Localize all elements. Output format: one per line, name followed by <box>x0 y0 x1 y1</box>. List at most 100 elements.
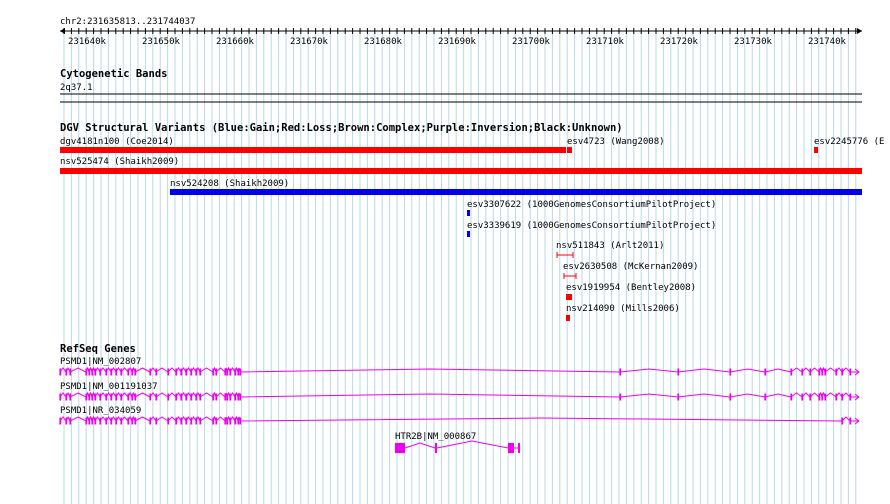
gene-exon <box>237 393 240 401</box>
ruler[interactable]: chr2:231635813..231744037 231640k 231650… <box>60 17 862 47</box>
gene-exon <box>59 417 62 425</box>
gene-exon <box>239 393 242 401</box>
gene-intron <box>155 392 169 398</box>
gene-exon <box>94 417 97 425</box>
transcript-label: HTR2B|NM_000867 <box>395 432 476 442</box>
gene-exon <box>234 417 237 425</box>
transcript-psmd1-nm-001191037[interactable] <box>59 391 860 401</box>
dgv-track[interactable]: DGV Structural Variants (Blue:Gain;Red:L… <box>60 122 884 321</box>
gene-exon <box>821 393 824 401</box>
gene-exon <box>120 393 123 401</box>
gene-exon <box>69 393 72 401</box>
gene-exon <box>226 417 229 425</box>
cytoband-track[interactable]: Cytogenetic Bands 2q37.1 <box>60 68 862 103</box>
gene-exon <box>234 368 237 376</box>
dgv-loss-feature[interactable] <box>60 147 566 153</box>
gene-exon <box>185 368 188 376</box>
gene-intron <box>69 416 87 422</box>
gene-exon <box>234 393 237 401</box>
gene-exon <box>88 393 91 401</box>
ruler-tick-label: 231690k <box>438 37 477 47</box>
gene-exon <box>65 368 68 376</box>
gene-exon <box>801 393 804 401</box>
gene-exon <box>677 393 680 401</box>
gene-intron <box>404 442 436 449</box>
gene-exon <box>190 393 193 401</box>
dgv-gain-feature[interactable] <box>467 210 470 216</box>
refseq-track[interactable]: RefSeq Genes PSMD1|NM_002807 PSMD1|NM_00… <box>59 343 860 453</box>
gene-exon <box>131 393 134 401</box>
gene-exon <box>65 417 68 425</box>
gene-exon <box>127 417 130 425</box>
gene-exon <box>677 368 680 376</box>
gene-exon <box>88 368 91 376</box>
gene-exon <box>841 368 844 376</box>
gene-exon <box>69 417 72 425</box>
gene-exon <box>180 393 183 401</box>
gene-exon <box>85 417 88 425</box>
genome-browser-panel[interactable]: chr2:231635813..231744037 231640k 231650… <box>0 0 890 504</box>
dgv-gain-feature[interactable] <box>170 189 862 195</box>
gene-exon <box>190 368 193 376</box>
gene-exon <box>212 368 215 376</box>
gene-intron <box>436 440 509 449</box>
dgv-feature-label: nsv214090 (Mills2006) <box>566 304 680 314</box>
gene-exon <box>115 417 118 425</box>
gene-exon <box>821 368 824 376</box>
gene-exon <box>215 417 218 425</box>
transcript-htr2b-nm-000867[interactable] <box>395 440 520 453</box>
gene-exon <box>226 393 229 401</box>
gene-exon <box>88 417 91 425</box>
gene-intron <box>199 416 214 422</box>
gene-exon <box>180 368 183 376</box>
gene-exon <box>110 417 113 425</box>
dgv-loss-feature[interactable] <box>566 315 570 321</box>
gene-exon <box>619 368 622 376</box>
ruler-tick-label: 231740k <box>808 37 847 47</box>
gene-exon <box>91 417 94 425</box>
gene-exon <box>824 393 827 401</box>
gene-exon <box>199 393 202 401</box>
dgv-feature-label: nsv524208 (Shaikh2009) <box>170 179 289 189</box>
dgv-loss-feature[interactable] <box>567 147 572 153</box>
dgv-loss-feature[interactable] <box>60 168 862 174</box>
transcript-psmd1-nr-034059[interactable] <box>59 415 860 425</box>
refseq-track-title: RefSeq Genes <box>60 343 136 355</box>
transcript-psmd1-nm-002807[interactable] <box>59 366 860 376</box>
gene-exon <box>239 368 242 376</box>
ruler-tick-label: 231710k <box>586 37 625 47</box>
gene-exon <box>134 417 137 425</box>
gene-intron <box>134 392 151 398</box>
ruler-range-label: chr2:231635813..231744037 <box>60 17 195 27</box>
gene-exon <box>131 417 134 425</box>
gene-exon <box>229 417 232 425</box>
dgv-feature-label: esv1919954 (Bentley2008) <box>566 283 696 293</box>
transcript-label: PSMD1|NM_001191037 <box>60 382 158 392</box>
gene-exon <box>85 393 88 401</box>
cytoband-label: 2q37.1 <box>60 83 93 93</box>
gene-exon <box>841 393 844 401</box>
gene-intron <box>239 393 621 398</box>
dgv-loss-feature[interactable] <box>814 147 818 153</box>
gene-exon <box>115 393 118 401</box>
dgv-feature-label: dgv4181n100 (Coe2014) <box>60 137 174 147</box>
gene-intron <box>215 392 226 398</box>
ruler-tick-label: 231680k <box>364 37 403 47</box>
dgv-gain-feature[interactable] <box>467 231 470 237</box>
gene-intron <box>764 368 792 373</box>
gene-exon <box>134 393 137 401</box>
dgv-feature-label: esv3339619 (1000GenomesConsortiumPilotPr… <box>467 221 716 231</box>
gene-exon <box>395 443 405 453</box>
gene-exon <box>619 393 622 401</box>
dgv-loss-feature[interactable] <box>566 294 572 300</box>
dgv-feature-label: nsv511843 (Arlt2011) <box>556 241 664 251</box>
ruler-tick-label: 231670k <box>290 37 329 47</box>
transcript-label: PSMD1|NM_002807 <box>60 357 141 367</box>
dgv-feature-label: esv2245776 (E <box>814 137 884 147</box>
gene-intron <box>764 393 792 398</box>
gene-exon <box>167 368 170 376</box>
gene-exon <box>195 417 198 425</box>
gene-exon <box>224 393 227 401</box>
gene-exon <box>120 417 123 425</box>
gene-intron <box>239 368 621 373</box>
